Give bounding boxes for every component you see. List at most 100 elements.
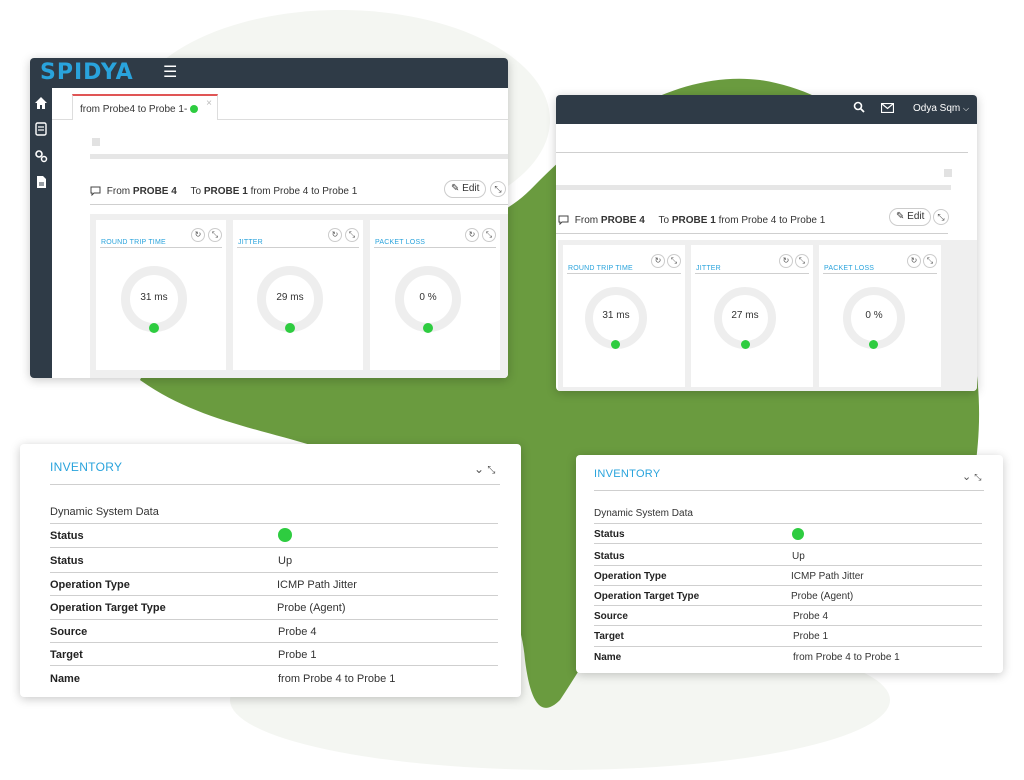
- probe-header: From PROBE 4 To PROBE 1 from Probe 4 to …: [558, 215, 825, 226]
- metric-packet-loss: PACKET LOSS ↻ ⤡ 0 %: [819, 245, 941, 387]
- metric-title: PACKET LOSS: [824, 265, 875, 272]
- gauge-indicator: [285, 323, 295, 333]
- metric-title: ROUND TRIP TIME: [568, 265, 633, 272]
- inventory-card-right: INVENTORY ⌄ ⤡ Dynamic System Data Status…: [576, 455, 1003, 673]
- chevron-down-icon[interactable]: ⌄: [962, 471, 971, 483]
- metric-title: JITTER: [696, 265, 721, 272]
- app-window-left: SPIDYA ☰ from Probe4 to Probe 1- × From …: [30, 58, 508, 378]
- collapse-toggle[interactable]: [92, 138, 100, 146]
- metric-divider: [237, 247, 359, 248]
- metric-jitter: JITTER ↻ ⤡ 27 ms: [691, 245, 813, 387]
- header-divider: [556, 233, 948, 234]
- divider-bar: [90, 154, 508, 159]
- table-row: Target Probe 1: [594, 626, 982, 647]
- row-value: Up: [792, 551, 805, 562]
- expand-icon[interactable]: ⤡: [667, 254, 681, 268]
- row-label: Name: [50, 673, 80, 685]
- row-label: Status: [594, 529, 625, 540]
- gauge-indicator: [423, 323, 433, 333]
- metric-divider: [100, 247, 222, 248]
- refresh-icon[interactable]: ↻: [465, 228, 479, 242]
- search-icon[interactable]: [853, 101, 865, 113]
- expand-icon[interactable]: ⤡: [795, 254, 809, 268]
- row-value: from Probe 4 to Probe 1: [278, 673, 396, 685]
- expand-icon[interactable]: ⤡: [482, 228, 496, 242]
- table-row: Operation Target Type Probe (Agent): [50, 596, 498, 620]
- metric-divider: [567, 273, 681, 274]
- refresh-icon[interactable]: ↻: [651, 254, 665, 268]
- close-icon[interactable]: ×: [206, 98, 212, 109]
- row-value: Probe 1: [278, 649, 317, 661]
- header-divider: [90, 204, 508, 205]
- title-divider: [50, 484, 500, 485]
- table-row: Status Up: [50, 549, 498, 573]
- user-label: Odya Sqm: [913, 103, 961, 114]
- inventory-subtitle: Dynamic System Data: [594, 508, 693, 519]
- gauge-indicator: [149, 323, 159, 333]
- metric-value: 0 %: [865, 310, 883, 321]
- edit-button[interactable]: ✎ Edit: [889, 208, 932, 226]
- row-label: Target: [594, 631, 624, 642]
- expand-icon[interactable]: ⤡: [923, 254, 937, 268]
- expand-icon[interactable]: ⤡: [490, 181, 506, 197]
- status-dot: [792, 528, 804, 540]
- sidebar: [30, 88, 52, 378]
- metric-title: JITTER: [238, 239, 263, 246]
- inventory-title: INVENTORY: [50, 460, 123, 474]
- metrics-panel: ROUND TRIP TIME ↻ ⤡ 31 ms JITTER ↻ ⤡ 27 …: [558, 240, 977, 391]
- expand-icon[interactable]: ⤡: [974, 472, 981, 482]
- metric-divider: [374, 247, 496, 248]
- table-row: Status: [594, 524, 982, 544]
- refresh-icon[interactable]: ↻: [907, 254, 921, 268]
- list-icon[interactable]: [34, 122, 48, 136]
- collapse-toggle[interactable]: [944, 169, 952, 177]
- edit-label: Edit: [462, 183, 480, 194]
- status-indicator: [278, 528, 292, 547]
- row-value: Probe (Agent): [791, 591, 854, 602]
- settings-icon[interactable]: [34, 149, 48, 163]
- metric-value: 27 ms: [731, 310, 759, 321]
- mail-icon[interactable]: [881, 103, 894, 113]
- from-prefix: From: [574, 215, 599, 226]
- row-value: Probe 4: [793, 611, 829, 622]
- hamburger-icon[interactable]: ☰: [163, 65, 177, 81]
- to-prefix: To: [658, 215, 670, 226]
- table-row: Operation Type ICMP Path Jitter: [594, 566, 982, 586]
- row-label: Name: [594, 652, 622, 663]
- tab-bar: from Probe4 to Probe 1- ×: [52, 88, 508, 120]
- expand-icon[interactable]: ⤡: [345, 228, 359, 242]
- app-window-right: Odya Sqm ⌵ From PROBE 4 To PROBE 1 from …: [556, 95, 977, 391]
- metric-round-trip-time: ROUND TRIP TIME ↻ ⤡ 31 ms: [96, 220, 226, 370]
- gauge-indicator: [741, 340, 750, 349]
- metrics-panel: ROUND TRIP TIME ↻ ⤡ 31 ms JITTER ↻ ⤡ 29 …: [90, 214, 508, 378]
- row-label: Source: [594, 611, 628, 622]
- refresh-icon[interactable]: ↻: [328, 228, 342, 242]
- row-value: Up: [278, 555, 293, 567]
- probe-header: From PROBE 4 To PROBE 1 from Probe 4 to …: [90, 186, 357, 197]
- chevron-down-icon[interactable]: ⌄: [474, 462, 484, 476]
- table-row: Source Probe 4: [50, 620, 498, 643]
- gauge-indicator: [869, 340, 878, 349]
- metric-value: 31 ms: [602, 310, 630, 321]
- edit-button[interactable]: ✎ Edit: [444, 180, 487, 198]
- metric-value: 29 ms: [276, 292, 304, 303]
- row-label: Operation Type: [50, 579, 130, 591]
- metric-round-trip-time: ROUND TRIP TIME ↻ ⤡ 31 ms: [563, 245, 685, 387]
- table-row: Target Probe 1: [50, 643, 498, 666]
- gauge-indicator: [611, 340, 620, 349]
- table-row: Status: [50, 524, 498, 548]
- home-icon[interactable]: [34, 96, 48, 110]
- expand-icon[interactable]: ⤡: [208, 228, 222, 242]
- document-icon[interactable]: [34, 175, 48, 189]
- metric-value: 31 ms: [140, 292, 168, 303]
- row-label: Operation Target Type: [50, 602, 166, 614]
- header-suffix: from Probe 4 to Probe 1: [250, 186, 358, 197]
- table-row: Source Probe 4: [594, 606, 982, 626]
- expand-icon[interactable]: ⤡: [487, 465, 495, 476]
- tab-probe4-to-probe1[interactable]: from Probe4 to Probe 1- ×: [72, 94, 218, 120]
- refresh-icon[interactable]: ↻: [779, 254, 793, 268]
- tab-label: from Probe4 to Probe 1-: [80, 104, 188, 115]
- user-menu[interactable]: Odya Sqm ⌵: [913, 103, 969, 114]
- refresh-icon[interactable]: ↻: [191, 228, 205, 242]
- expand-icon[interactable]: ⤡: [933, 209, 949, 225]
